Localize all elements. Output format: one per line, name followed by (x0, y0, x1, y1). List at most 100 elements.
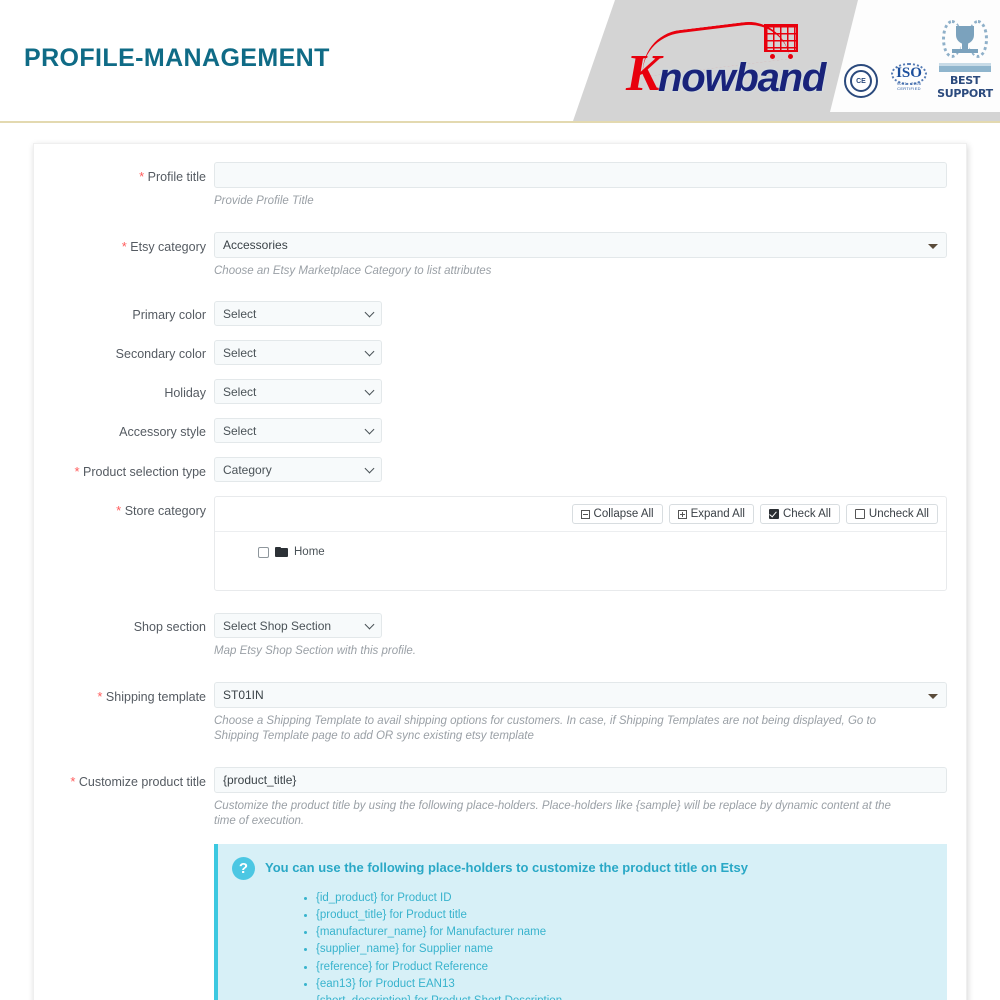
question-mark-icon: ? (232, 856, 255, 880)
label-text: Accessory style (119, 425, 206, 440)
secondary-color-select[interactable]: Select (214, 340, 382, 366)
accessory-style-select[interactable]: Select (214, 418, 382, 444)
logo-k-letter: K (626, 45, 661, 102)
chevron-down-icon (364, 619, 375, 630)
tree-item-checkbox[interactable] (258, 546, 269, 558)
help-shop-section: Map Etsy Shop Section with this profile. (214, 645, 416, 658)
product-selection-type-select[interactable]: Category (214, 457, 382, 483)
field-shop-section: Shop section Select Shop Section Map Ets… (34, 613, 966, 660)
field-primary-color: Primary color Select (34, 301, 966, 327)
iso-certified-icon: ISO 9001 : 2008 CERTIFIED (888, 63, 930, 91)
list-item: {id_product} for Product ID (304, 890, 931, 907)
field-accessory-style: Accessory style Select (34, 418, 966, 444)
folder-icon (275, 547, 288, 558)
chevron-down-icon (928, 243, 938, 249)
label-text: Product selection type (83, 465, 206, 480)
trophy-icon (942, 18, 988, 62)
primary-color-select[interactable]: Select (214, 301, 382, 327)
secondary-color-value: Select (223, 346, 257, 361)
page-title: PROFILE-MANAGEMENT (24, 44, 330, 72)
shopping-cart-icon (764, 24, 798, 59)
etsy-category-value: Accessories (223, 237, 288, 252)
chevron-down-icon (364, 307, 375, 318)
field-customize-product-title: * Customize product title Customize the … (34, 766, 966, 1000)
best-support-award-icon: BEST SUPPORT (934, 18, 996, 100)
info-box-title: You can use the following place-holders … (265, 859, 748, 875)
button-label: Expand All (690, 508, 745, 521)
tree-item-label: Home (294, 546, 325, 559)
field-product-selection-type: * Product selection type Category (34, 457, 966, 483)
empty-box-icon (854, 509, 865, 520)
tree-item-home[interactable]: Home (215, 546, 946, 558)
label-text: Customize product title (78, 774, 206, 789)
chevron-down-icon (364, 385, 375, 396)
placeholders-info-box: ? You can use the following place-holder… (214, 843, 947, 1000)
accessory-style-value: Select (223, 424, 257, 439)
label-text: Secondary color (115, 347, 206, 362)
check-all-button[interactable]: Check All (759, 504, 840, 525)
holiday-value: Select (223, 385, 257, 400)
help-shipping-template: Choose a Shipping Template to avail ship… (214, 714, 877, 743)
chevron-down-icon (364, 463, 375, 474)
label-primary-color: Primary color (34, 301, 214, 323)
label-text: Store category (124, 504, 206, 519)
label-profile-title: * Profile title (34, 162, 214, 185)
list-item: {product_title} for Product title (304, 907, 931, 924)
customize-product-title-input[interactable] (214, 766, 947, 793)
list-item: {short_description} for Product Short De… (304, 993, 931, 1000)
award-pedestal-icon (939, 63, 991, 72)
field-store-category: * Store category Collapse All Expand All (34, 496, 966, 592)
required-indicator: * (97, 688, 103, 704)
shipping-template-value: ST01IN (223, 687, 264, 702)
field-secondary-color: Secondary color Select (34, 340, 966, 366)
label-text: Holiday (164, 386, 206, 401)
button-label: Check All (782, 508, 831, 521)
etsy-category-select[interactable]: Accessories (214, 231, 947, 258)
profile-title-input[interactable] (214, 162, 947, 188)
plus-box-icon (677, 509, 687, 519)
field-shipping-template: * Shipping template ST01IN Choose a Ship… (34, 681, 966, 745)
button-label: Uncheck All (868, 508, 929, 521)
field-holiday: Holiday Select (34, 379, 966, 405)
collapse-all-button[interactable]: Collapse All (571, 504, 663, 525)
uncheck-all-button[interactable]: Uncheck All (845, 504, 938, 525)
label-secondary-color: Secondary color (34, 340, 214, 362)
label-etsy-category: * Etsy category (34, 232, 214, 255)
shop-section-select[interactable]: Select Shop Section (214, 613, 382, 639)
chevron-down-icon (364, 346, 375, 357)
product-selection-type-value: Category (223, 463, 272, 478)
label-text: Profile title (147, 170, 206, 184)
required-indicator: * (121, 238, 127, 254)
holiday-select[interactable]: Select (214, 379, 382, 405)
label-shop-section: Shop section (34, 613, 214, 635)
shipping-template-select[interactable]: ST01IN (214, 681, 947, 708)
iso-gear-ring-icon (891, 63, 927, 85)
label-text: Etsy category (130, 239, 206, 254)
field-profile-title: * Profile title Provide Profile Title (34, 162, 966, 210)
required-indicator: * (70, 773, 76, 789)
minus-box-icon (580, 509, 590, 519)
page-body: * Profile title Provide Profile Title * … (0, 123, 1000, 1000)
label-customize-product-title: * Customize product title (34, 767, 214, 790)
label-text: Shop section (133, 620, 206, 635)
chevron-down-icon (364, 424, 375, 435)
shop-section-value: Select Shop Section (223, 619, 332, 634)
profile-form-panel: * Profile title Provide Profile Title * … (33, 143, 967, 1000)
help-profile-title: Provide Profile Title (214, 195, 314, 207)
expand-all-button[interactable]: Expand All (668, 504, 754, 525)
label-accessory-style: Accessory style (34, 418, 214, 440)
logo-wordmark: nowband (658, 56, 826, 100)
placeholder-list: {id_product} for Product ID {product_tit… (232, 890, 931, 1000)
label-product-selection-type: * Product selection type (34, 457, 214, 480)
required-indicator: * (116, 503, 122, 519)
primary-color-value: Select (223, 307, 257, 322)
help-etsy-category: Choose an Etsy Marketplace Category to l… (214, 264, 492, 277)
label-holiday: Holiday (34, 379, 214, 401)
field-etsy-category: * Etsy category Accessories Choose an Et… (34, 231, 966, 280)
store-category-tree-box: Collapse All Expand All Check All Unchec… (214, 496, 947, 592)
knowband-logo: K nowband (624, 17, 826, 104)
label-store-category: * Store category (34, 496, 214, 519)
required-indicator: * (74, 464, 80, 480)
ce-seal-icon: CE (844, 64, 878, 98)
label-text: Shipping template (105, 689, 206, 704)
